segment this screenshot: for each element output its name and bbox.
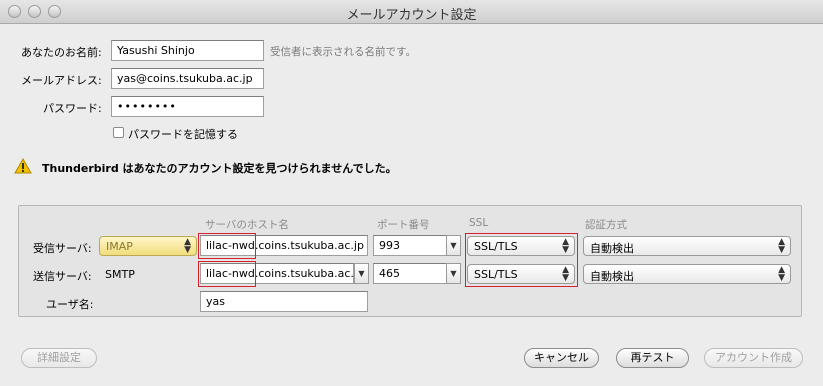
name-label: あなたのお名前:	[21, 46, 102, 59]
email-field[interactable]: yas@coins.tsukuba.ac.jp	[111, 68, 264, 89]
outgoing-host-highlight	[198, 261, 256, 287]
chevron-updown-icon: ▲ ▼	[184, 237, 191, 255]
password-field[interactable]: ••••••••	[111, 96, 264, 117]
outgoing-auth-value: 自動検出	[590, 270, 634, 283]
outgoing-server-label: 送信サーバ:	[33, 270, 92, 283]
chevron-updown-icon: ▲ ▼	[778, 237, 785, 255]
incoming-protocol-select[interactable]: IMAP ▲ ▼	[99, 236, 197, 256]
auth-header: 認証方式	[585, 219, 627, 231]
server-settings-panel: サーバのホスト名 ポート番号 SSL 認証方式 受信サーバ: IMAP ▲ ▼ l…	[18, 205, 802, 317]
retest-button[interactable]: 再テスト	[616, 348, 689, 368]
window-title: メールアカウント設定	[346, 8, 477, 23]
chevron-updown-icon: ▲ ▼	[778, 265, 785, 283]
outgoing-port-dropdown-button[interactable]: ▼	[446, 263, 461, 284]
incoming-auth-value: 自動検出	[590, 242, 634, 255]
outgoing-auth-select[interactable]: 自動検出 ▲ ▼	[583, 264, 791, 284]
username-field[interactable]: yas	[200, 291, 368, 312]
incoming-port-dropdown-button[interactable]: ▼	[446, 235, 461, 256]
remember-password-checkbox[interactable]	[113, 127, 124, 138]
outgoing-protocol-label: SMTP	[105, 268, 135, 281]
remember-password-label: パスワードを記憶する	[128, 128, 238, 141]
create-account-button[interactable]: アカウント作成	[704, 348, 803, 368]
name-field[interactable]: Yasushi Shinjo	[111, 40, 264, 61]
email-label: メールアドレス:	[21, 74, 102, 87]
incoming-auth-select[interactable]: 自動検出 ▲ ▼	[583, 236, 791, 256]
ssl-header: SSL	[469, 217, 489, 229]
incoming-server-label: 受信サーバ:	[33, 242, 92, 255]
outgoing-port-field[interactable]: 465	[373, 263, 447, 284]
incoming-port-field[interactable]: 993	[373, 235, 447, 256]
cancel-button[interactable]: キャンセル	[524, 348, 599, 368]
title-bar: メールアカウント設定	[0, 0, 823, 24]
ssl-highlight	[465, 233, 578, 287]
port-header: ポート番号	[377, 219, 430, 231]
incoming-protocol-value: IMAP	[106, 240, 133, 253]
hostname-header: サーバのホスト名	[205, 219, 289, 231]
advanced-settings-button[interactable]: 詳細設定	[21, 348, 97, 368]
incoming-host-highlight	[198, 233, 256, 259]
password-label: パスワード:	[43, 102, 102, 115]
username-label: ユーザ名:	[46, 298, 94, 311]
warning-message: Thunderbird はあなたのアカウント設定を見つけられませんでした。	[42, 162, 397, 175]
account-setup-window: メールアカウント設定 あなたのお名前: Yasushi Shinjo 受信者に表…	[0, 0, 823, 386]
warning-icon	[14, 158, 32, 174]
outgoing-host-dropdown-button[interactable]: ▼	[354, 263, 369, 284]
name-hint: 受信者に表示される名前です。	[270, 46, 416, 58]
